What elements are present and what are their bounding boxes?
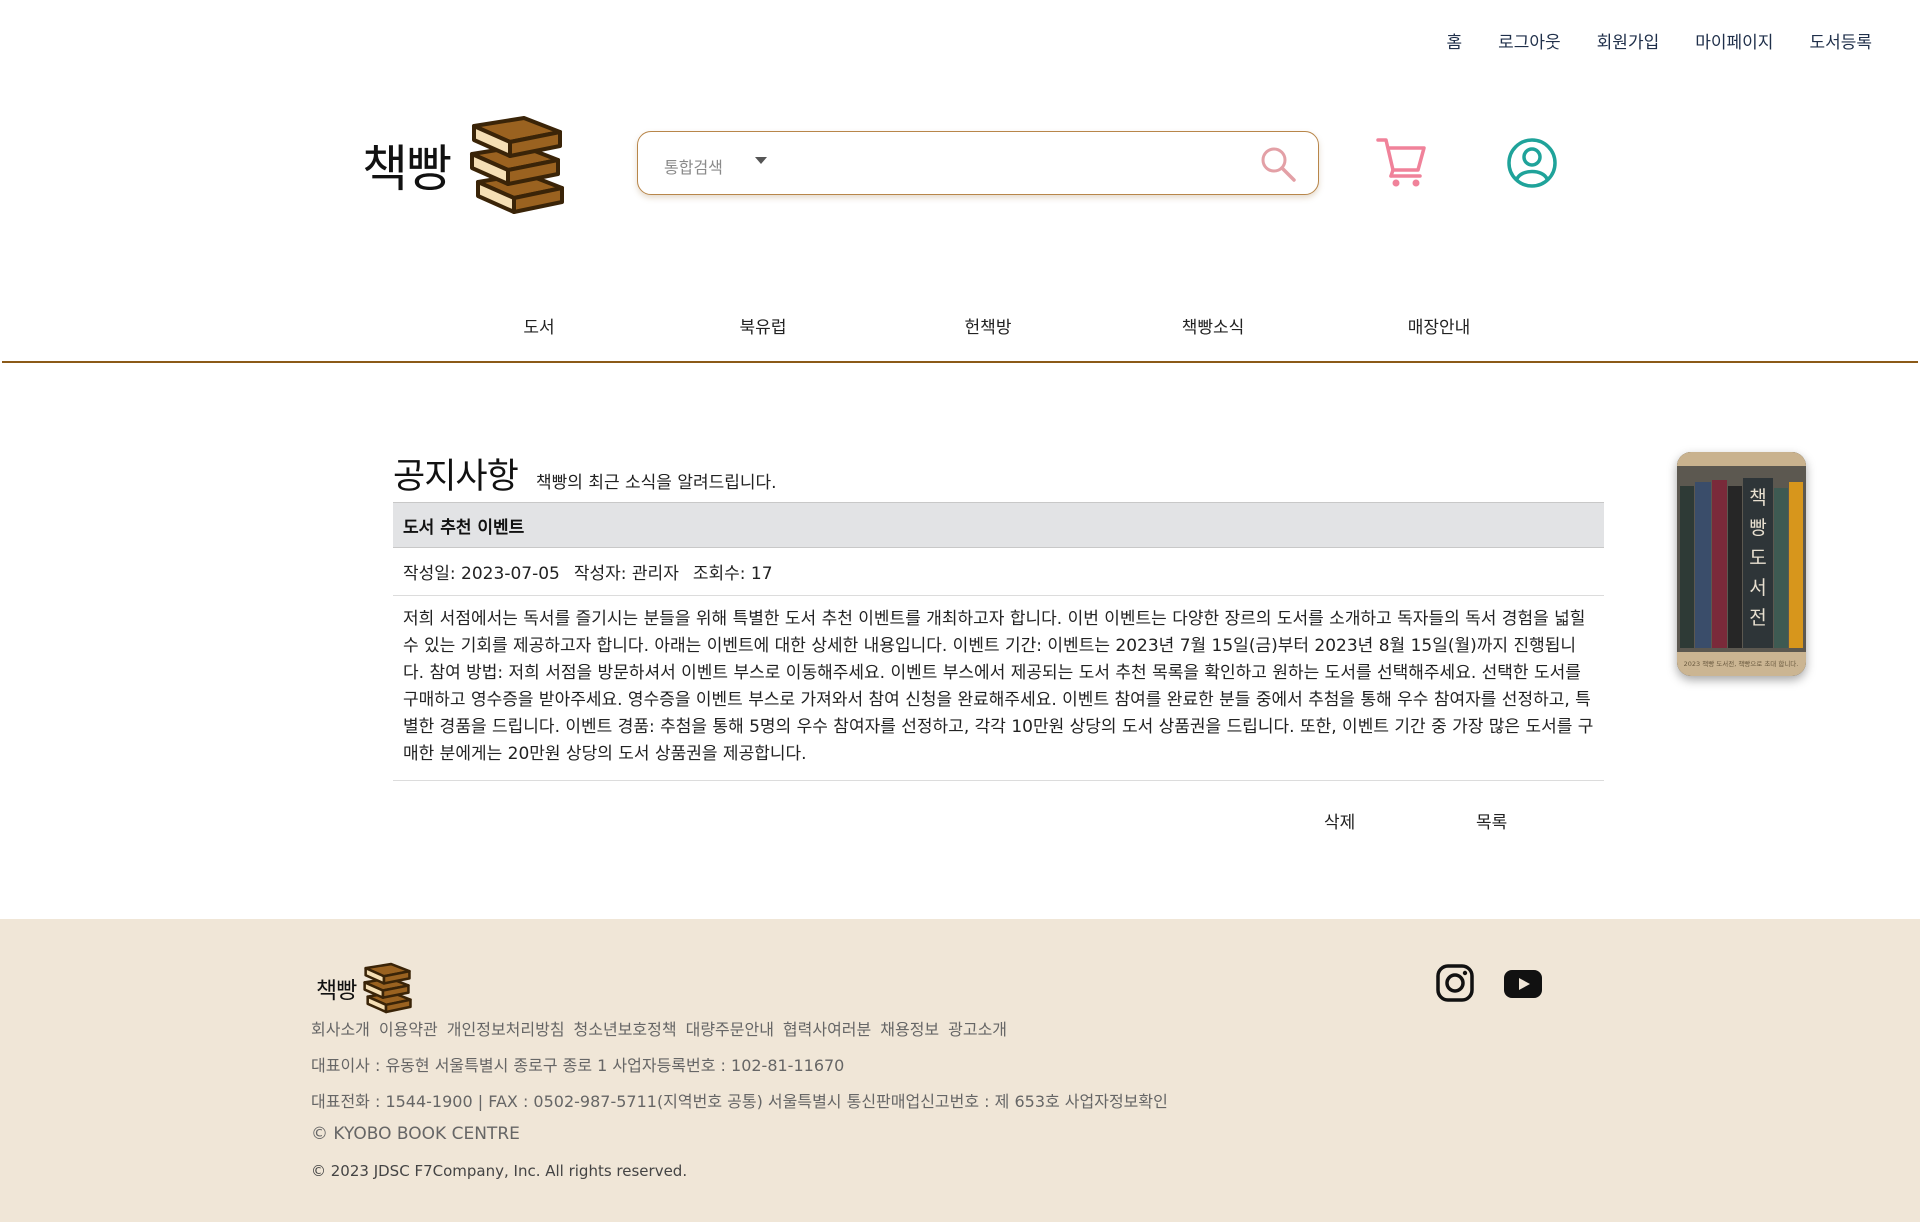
footer-link-about[interactable]: 회사소개: [311, 1016, 370, 1040]
footer-link-terms[interactable]: 이용약관: [379, 1016, 438, 1040]
nav-divider: [2, 361, 1918, 363]
nav-item-nordic[interactable]: 북유럽: [740, 313, 787, 338]
book-fair-banner[interactable]: 책 빵 도 서 전 2023 책빵 도서전, 책빵으로 초대 합니다.: [1677, 452, 1806, 676]
footer-links: 회사소개 이용약관 개인정보처리방침 청소년보호정책 대량주문안내 협력사여러분…: [311, 1016, 1007, 1040]
page-subtitle: 책빵의 최근 소식을 알려드립니다.: [536, 473, 777, 493]
footer-copyright: © 2023 JDSC F7Company, Inc. All rights r…: [311, 1162, 688, 1180]
signup-link[interactable]: 회원가입: [1597, 28, 1660, 53]
caret-down-icon[interactable]: [755, 157, 767, 164]
post-meta: 작성일: 2023-07-05 작성자: 관리자 조회수: 17: [393, 548, 1604, 596]
footer-link-careers[interactable]: 채용정보: [880, 1016, 939, 1040]
book-fair-banner-image: 책 빵 도 서 전 2023 책빵 도서전, 책빵으로 초대 합니다.: [1677, 452, 1806, 676]
search-icon[interactable]: [1258, 144, 1298, 184]
banner-title-4: 서: [1749, 577, 1766, 599]
list-button[interactable]: 목록: [1476, 808, 1507, 833]
banner-title-1: 책: [1749, 487, 1766, 509]
nav-item-books[interactable]: 도서: [523, 313, 554, 338]
site-footer: 책빵 회사소개 이용약관 개인정보처리방침 청소년보호정책 대량주문안내 협력사…: [0, 919, 1920, 1222]
banner-caption: 2023 책빵 도서전, 책빵으로 초대 합니다.: [1684, 659, 1799, 668]
footer-link-bulk-order[interactable]: 대량주문안내: [686, 1016, 774, 1040]
delete-button[interactable]: 삭제: [1324, 808, 1355, 833]
banner-title-2: 빵: [1749, 517, 1766, 539]
top-utility-nav: 홈 로그아웃 회원가입 마이페이지 도서등록: [1446, 28, 1872, 53]
nav-item-used-books[interactable]: 헌책방: [965, 313, 1012, 338]
footer-company-info: 대표이사 : 유동현 서울특별시 종로구 종로 1 사업자등록번호 : 102-…: [311, 1056, 845, 1075]
main-nav: 도서 북유럽 헌책방 책빵소식 매장안내: [0, 313, 1920, 345]
notice-detail: 도서 추천 이벤트 작성일: 2023-07-05 작성자: 관리자 조회수: …: [393, 502, 1604, 781]
home-link[interactable]: 홈: [1446, 28, 1462, 53]
site-logo[interactable]: 책빵: [362, 112, 568, 218]
footer-link-partners[interactable]: 협력사여러분: [783, 1016, 871, 1040]
post-title: 도서 추천 이벤트: [393, 502, 1604, 548]
post-body: 저희 서점에서는 독서를 즐기시는 분들을 위해 특별한 도서 추천 이벤트를 …: [393, 596, 1604, 781]
nav-item-store-info[interactable]: 매장안내: [1408, 313, 1471, 338]
search-input[interactable]: [788, 142, 1232, 186]
books-logo-icon: [363, 962, 413, 1014]
footer-logo[interactable]: 책빵: [316, 961, 414, 1015]
youtube-icon[interactable]: [1504, 970, 1542, 998]
post-date: 작성일: 2023-07-05: [403, 564, 560, 584]
footer-brand: © KYOBO BOOK CENTRE: [311, 1124, 520, 1144]
mypage-link[interactable]: 마이페이지: [1695, 28, 1773, 53]
instagram-icon[interactable]: [1435, 963, 1475, 1003]
books-logo-icon: [470, 116, 564, 214]
footer-link-ads[interactable]: 광고소개: [948, 1016, 1007, 1040]
banner-title-5: 전: [1749, 607, 1766, 629]
footer-link-privacy[interactable]: 개인정보처리방침: [447, 1016, 565, 1040]
post-author: 작성자: 관리자: [573, 564, 679, 584]
banner-title-3: 도: [1749, 547, 1766, 569]
page-title: 공지사항: [393, 457, 519, 497]
footer-logo-text: 책빵: [316, 978, 357, 1004]
nav-item-news[interactable]: 책빵소식: [1182, 313, 1245, 338]
logout-link[interactable]: 로그아웃: [1498, 28, 1561, 53]
post-views: 조회수: 17: [692, 564, 773, 584]
search-category-select[interactable]: 통합검색: [664, 154, 723, 178]
cart-icon[interactable]: [1376, 136, 1428, 188]
user-icon[interactable]: [1506, 137, 1558, 189]
footer-link-youth-policy[interactable]: 청소년보호정책: [574, 1016, 677, 1040]
logo-text: 책빵: [362, 140, 452, 198]
search-bar: 통합검색: [637, 131, 1319, 195]
footer-contact-info: 대표전화 : 1544-1900 | FAX : 0502-987-5711(지…: [311, 1092, 1168, 1111]
book-register-link[interactable]: 도서등록: [1809, 28, 1872, 53]
